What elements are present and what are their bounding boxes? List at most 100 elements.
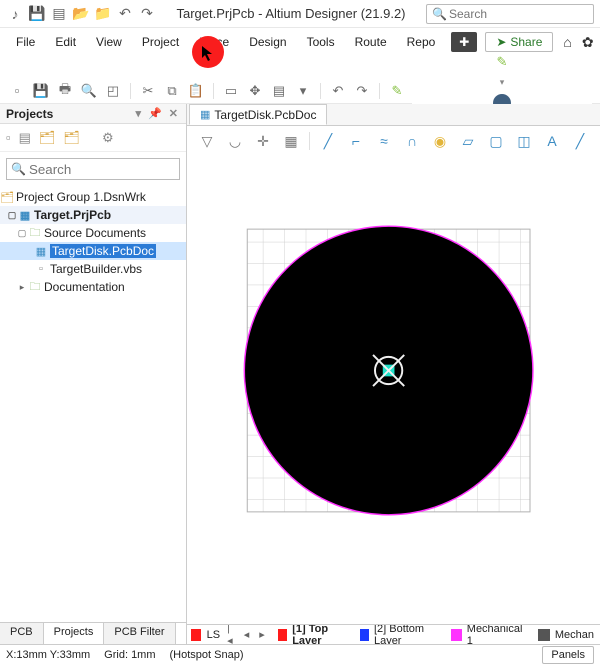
menu-file[interactable]: File (6, 31, 45, 53)
panel-tool-folders2-icon[interactable]: 🗂 (63, 130, 80, 146)
tb-highlight-icon[interactable]: ✎ (493, 53, 511, 71)
share-button[interactable]: ➤Share (485, 32, 553, 52)
menu-design[interactable]: Design (239, 31, 296, 53)
ct-polygon-icon[interactable]: ▢ (486, 131, 506, 151)
ct-line-icon[interactable]: ╱ (570, 131, 590, 151)
projects-panel-title: Projects (6, 107, 53, 121)
window-title: Target.PrjPcb - Altium Designer (21.9.2) (160, 6, 422, 21)
pcb-canvas[interactable] (187, 156, 600, 624)
ct-fill-icon[interactable]: ▱ (458, 131, 478, 151)
tb-filter-icon[interactable]: ▤ (270, 82, 288, 100)
tree-file-vbs[interactable]: ▫ TargetBuilder.vbs (0, 260, 186, 278)
tb-redo-icon[interactable]: ↷ (353, 82, 371, 100)
layer-bottom[interactable]: [2] Bottom Layer (354, 624, 442, 644)
tb-copy-icon[interactable]: ⧉ (163, 82, 181, 100)
save-all-icon[interactable]: ▤ (50, 5, 68, 23)
tb-cut-icon[interactable]: ✂ (139, 82, 157, 100)
separator (309, 132, 310, 150)
ct-arc-icon[interactable]: ∩ (402, 131, 422, 151)
panel-controls[interactable]: ▾ 📌 ✕ (135, 107, 180, 120)
layer-bottom-swatch (360, 629, 369, 641)
settings-icon[interactable]: ✿ (582, 34, 594, 51)
save-icon[interactable]: 💾 (28, 5, 46, 23)
ct-track-icon[interactable]: ╱ (318, 131, 338, 151)
open-icon[interactable]: 📂 (72, 5, 90, 23)
panel-tool-doc-icon[interactable]: ▫ (6, 130, 11, 145)
folder-icon: 🗀 (28, 224, 42, 243)
home-icon[interactable]: ⌂ (563, 34, 571, 50)
ct-route-icon[interactable]: ⌐ (346, 131, 366, 151)
tb-paste-icon[interactable]: 📋 (187, 82, 205, 100)
ct-align-icon[interactable]: ▦ (281, 131, 301, 151)
layer-mech-next-swatch (538, 629, 550, 641)
tree-group[interactable]: 🗂 Project Group 1.DsnWrk (0, 188, 186, 206)
layer-prev2[interactable]: |◂ (224, 624, 237, 644)
menu-route[interactable]: Route (345, 31, 397, 53)
tree-source-documents[interactable]: ▢ 🗀 Source Documents (0, 224, 186, 242)
ct-filter-icon[interactable]: ▽ (197, 131, 217, 151)
menu-view[interactable]: View (86, 31, 132, 53)
tree-group-label: Project Group 1.DsnWrk (16, 190, 146, 204)
tb-drop-icon[interactable]: ▾ (294, 82, 312, 100)
cursor-highlight-icon (192, 36, 224, 68)
layer-bottom-label: [2] Bottom Layer (374, 624, 437, 644)
menu-project[interactable]: Project (132, 31, 189, 53)
tb-print-icon[interactable]: 🖶 (56, 82, 74, 100)
tab-pcb-filter[interactable]: PCB Filter (104, 623, 175, 644)
separator (379, 83, 380, 99)
tb-move-icon[interactable]: ✥ (246, 82, 264, 100)
panel-tool-compile-icon[interactable]: ▤ (19, 130, 31, 146)
ct-via-icon[interactable]: ◉ (430, 131, 450, 151)
menu-repo[interactable]: Repo (397, 31, 446, 53)
project-icon: ▦ (18, 209, 32, 222)
tree-documentation[interactable]: ▸ 🗀 Documentation (0, 278, 186, 296)
ct-lasso-icon[interactable]: ◡ (225, 131, 245, 151)
tb-zoom-icon[interactable]: 🔍 (80, 82, 98, 100)
tree-documentation-label: Documentation (44, 280, 125, 294)
layer-mech1-label: Mechanical 1 (467, 624, 524, 644)
ct-region-icon[interactable]: ◫ (514, 131, 534, 151)
tree-file-pcbdoc-label: TargetDisk.PcbDoc (50, 244, 156, 258)
panel-search-input[interactable] (6, 158, 180, 180)
project-tree[interactable]: 🗂 Project Group 1.DsnWrk ▢ ▦ Target.PrjP… (0, 186, 186, 622)
ct-cross-icon[interactable]: ✛ (253, 131, 273, 151)
tree-file-vbs-label: TargetBuilder.vbs (50, 262, 142, 276)
menu-edit[interactable]: Edit (45, 31, 86, 53)
global-search-input[interactable] (426, 4, 594, 24)
tb-pen-icon[interactable]: ✎ (388, 82, 406, 100)
layer-mech-next-label: Mechan (555, 629, 594, 641)
tree-project[interactable]: ▢ ▦ Target.PrjPcb (0, 206, 186, 224)
tree-source-label: Source Documents (44, 226, 146, 240)
tree-project-label: Target.PrjPcb (34, 208, 111, 222)
ls-label[interactable]: LS (207, 629, 220, 641)
tab-pcb[interactable]: PCB (0, 623, 44, 644)
layer-mech1[interactable]: Mechanical 1 (445, 624, 528, 644)
status-coords: X:13mm Y:33mm (6, 649, 90, 661)
panel-tool-folders1-icon[interactable]: 🗂 (39, 130, 56, 146)
menu-tools[interactable]: Tools (297, 31, 345, 53)
tb-zoomrect-icon[interactable]: ◰ (104, 82, 122, 100)
app-menu-icon[interactable]: ♪ (6, 5, 24, 23)
document-tab-label: TargetDisk.PcbDoc (214, 108, 316, 122)
layer-top-label: [1] Top Layer (292, 624, 345, 644)
layer-prev[interactable]: ◂ (241, 628, 253, 641)
ct-text-icon[interactable]: A (542, 131, 562, 151)
undo-icon[interactable]: ↶ (116, 5, 134, 23)
extensions-button[interactable]: ✚ (451, 32, 477, 52)
tab-projects[interactable]: Projects (44, 623, 105, 644)
tree-file-pcbdoc[interactable]: ▦ TargetDisk.PcbDoc (0, 242, 186, 260)
layer-next[interactable]: ▸ (256, 628, 268, 641)
tb-save-icon[interactable]: 💾 (32, 82, 50, 100)
layer-top[interactable]: [1] Top Layer (272, 624, 350, 644)
tb-select-icon[interactable]: ▭ (222, 82, 240, 100)
tb-new-icon[interactable]: ▫ (8, 82, 26, 100)
document-tab[interactable]: ▦ TargetDisk.PcbDoc (189, 104, 327, 125)
panels-button[interactable]: Panels (542, 646, 594, 664)
layer-mech-next[interactable]: Mechan (532, 629, 598, 641)
ct-diff-icon[interactable]: ≈ (374, 131, 394, 151)
folder-icon[interactable]: 📁 (94, 5, 112, 23)
panel-tool-gear-icon[interactable]: ⚙ (102, 130, 114, 146)
redo-icon[interactable]: ↷ (138, 5, 156, 23)
layer-top-swatch (278, 629, 287, 641)
tb-undo-icon[interactable]: ↶ (329, 82, 347, 100)
